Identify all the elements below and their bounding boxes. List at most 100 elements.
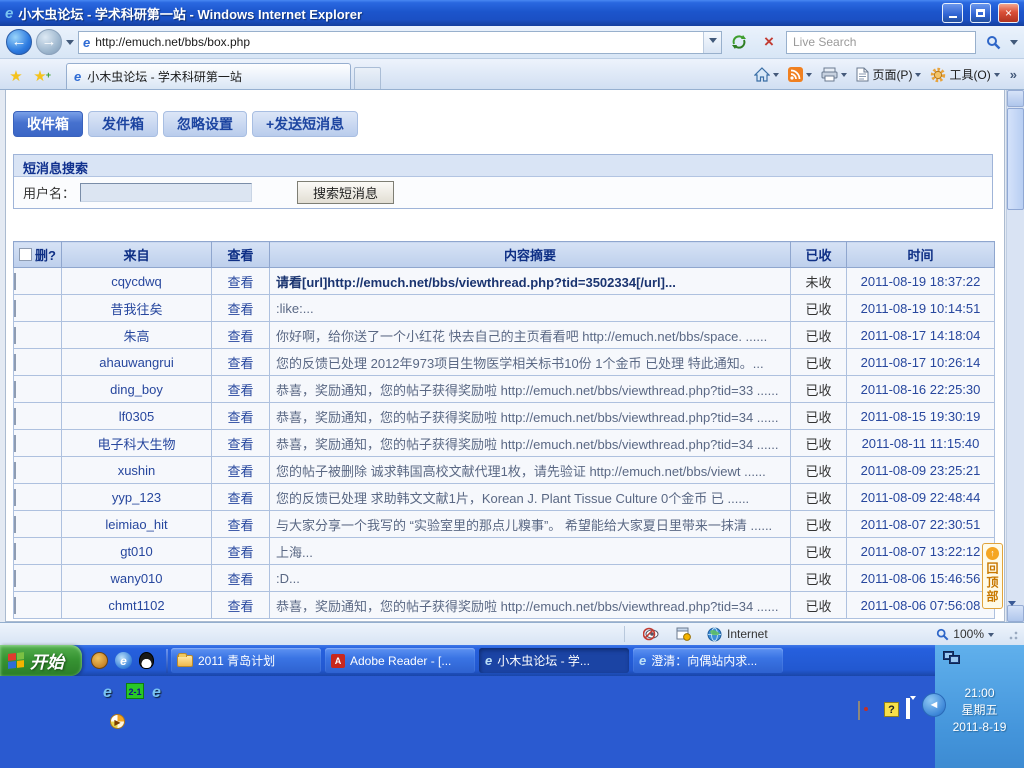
row-checkbox[interactable] — [14, 488, 16, 506]
view-link[interactable]: 查看 — [211, 321, 270, 349]
rss-icon — [788, 67, 804, 82]
table-row: gt010 查看 上海... 已收 2011-08-07 13:22:12 — [13, 537, 995, 565]
restore-window-icon[interactable] — [906, 696, 916, 720]
username-input[interactable] — [80, 183, 253, 202]
row-checkbox[interactable] — [14, 542, 16, 560]
view-link[interactable]: 查看 — [211, 510, 270, 538]
tab-send-message[interactable]: +发送短消息 — [252, 111, 359, 137]
desktop-ie-icon[interactable]: e — [152, 684, 161, 702]
taskbar-item-adobe-reader[interactable]: A Adobe Reader - [... — [325, 648, 475, 673]
home-button[interactable] — [752, 66, 781, 83]
row-checkbox[interactable] — [14, 380, 16, 398]
network-monitors-icon[interactable] — [943, 651, 961, 665]
taskbar-item-emuch-forum[interactable]: e 小木虫论坛 - 学... — [479, 648, 629, 673]
view-link[interactable]: 查看 — [211, 456, 270, 484]
media-player-icon[interactable]: ▶ — [110, 714, 125, 729]
row-checkbox[interactable] — [14, 596, 16, 614]
row-checkbox[interactable] — [14, 434, 16, 452]
delete-cell — [13, 402, 62, 430]
history-dropdown-icon[interactable] — [66, 40, 74, 49]
row-checkbox[interactable] — [14, 326, 16, 344]
zoom-control[interactable]: 100% — [936, 627, 1018, 641]
live-search-input[interactable] — [793, 35, 969, 49]
view-link[interactable]: 查看 — [211, 537, 270, 565]
help-icon[interactable]: ? — [884, 702, 899, 717]
row-checkbox[interactable] — [14, 272, 16, 290]
address-bar[interactable]: e — [78, 30, 722, 54]
ie-quicklaunch-icon[interactable]: e — [115, 652, 132, 669]
live-search-box[interactable] — [786, 30, 976, 54]
add-favorite-button[interactable]: ★ + — [28, 65, 52, 89]
minimize-button[interactable] — [942, 3, 963, 23]
view-link[interactable]: 查看 — [211, 429, 270, 457]
view-link[interactable]: 查看 — [211, 591, 270, 619]
vertical-scrollbar[interactable] — [1006, 87, 1024, 627]
tools-menu-label: 工具(O) — [949, 68, 991, 82]
title-bar[interactable]: e 小木虫论坛 - 学术科研第一站 - Windows Internet Exp… — [0, 0, 1024, 26]
tab-ignore-settings[interactable]: 忽略设置 — [163, 111, 247, 137]
tab-inbox[interactable]: 收件箱 — [13, 111, 83, 137]
view-link[interactable]: 查看 — [211, 348, 270, 376]
antivirus-tiger-icon[interactable] — [91, 652, 108, 669]
view-link[interactable]: 查看 — [211, 267, 270, 295]
new-tab-button[interactable] — [354, 67, 381, 89]
delete-cell — [13, 483, 62, 511]
desktop-ie-icon[interactable]: e — [103, 684, 112, 702]
start-button[interactable]: 开始 — [0, 645, 82, 676]
back-button[interactable]: ← — [6, 29, 32, 55]
print-button[interactable] — [819, 66, 849, 83]
back-to-top-button[interactable]: ↑ 回顶部 — [982, 543, 1003, 609]
view-link[interactable]: 查看 — [211, 402, 270, 430]
browser-tab[interactable]: e 小木虫论坛 - 学术科研第一站 — [66, 63, 351, 89]
toolbar-overflow-button[interactable]: » — [1007, 67, 1020, 82]
row-checkbox[interactable] — [14, 515, 16, 533]
printer-icon — [821, 67, 838, 82]
row-checkbox[interactable] — [14, 407, 16, 425]
card-reader-icon[interactable] — [858, 701, 868, 720]
forward-button[interactable]: → — [36, 29, 62, 55]
search-options-dropdown-icon[interactable] — [1010, 40, 1018, 49]
favorites-center-button[interactable]: ★ — [4, 65, 28, 89]
zoom-level: 100% — [953, 627, 984, 641]
sidebar-collapse-button[interactable]: ◄ — [922, 693, 946, 717]
delete-cell — [13, 348, 62, 376]
row-checkbox[interactable] — [14, 299, 16, 317]
header-summary: 内容摘要 — [269, 241, 791, 268]
resize-grip[interactable] — [1006, 628, 1018, 640]
task-label: 澄清：向偶站内求... — [651, 654, 758, 668]
summary-cell: 恭喜，奖励通知，您的帖子获得奖励啦 http://emuch.net/bbs/v… — [269, 375, 791, 403]
feeds-button[interactable] — [786, 66, 814, 83]
address-dropdown-button[interactable] — [703, 31, 721, 53]
search-go-button[interactable] — [980, 29, 1006, 55]
scroll-down-button[interactable] — [1007, 601, 1024, 627]
view-link[interactable]: 查看 — [211, 483, 270, 511]
tools-menu-button[interactable]: 工具(O) — [928, 65, 1001, 84]
desktop-program-icon[interactable]: 2-1 — [126, 683, 144, 699]
row-checkbox[interactable] — [14, 353, 16, 371]
privacy-report-icon[interactable] — [643, 627, 660, 641]
taskbar-item-clarify-thread[interactable]: e 澄清：向偶站内求... — [633, 648, 783, 673]
row-checkbox[interactable] — [14, 461, 16, 479]
tab-outbox[interactable]: 发件箱 — [88, 111, 158, 137]
taskbar-item-folder[interactable]: 2011 青岛计划 — [171, 648, 321, 673]
minimize-icon — [948, 16, 957, 18]
scrollbar-thumb[interactable] — [1007, 108, 1024, 210]
select-all-checkbox[interactable] — [19, 248, 33, 261]
row-checkbox[interactable] — [14, 569, 16, 587]
maximize-button[interactable] — [970, 3, 991, 23]
message-search-panel: 短消息搜索 用户名： 搜索短消息 — [13, 154, 993, 209]
close-button[interactable]: × — [998, 3, 1019, 23]
search-message-button[interactable]: 搜索短消息 — [297, 181, 395, 204]
page-menu-button[interactable]: 页面(P) — [854, 65, 923, 84]
search-icon — [986, 35, 1000, 49]
refresh-button[interactable] — [726, 29, 752, 55]
qq-penguin-icon[interactable] — [139, 652, 154, 669]
message-box-page: 收件箱 发件箱 忽略设置 +发送短消息 短消息搜索 用户名： 搜索短消息 删? … — [5, 90, 1005, 622]
view-link[interactable]: 查看 — [211, 564, 270, 592]
page-security-icon[interactable] — [676, 627, 691, 641]
scroll-up-button[interactable] — [1007, 87, 1024, 113]
view-link[interactable]: 查看 — [211, 375, 270, 403]
address-input[interactable] — [95, 35, 698, 49]
stop-button[interactable]: × — [756, 29, 782, 55]
view-link[interactable]: 查看 — [211, 294, 270, 322]
